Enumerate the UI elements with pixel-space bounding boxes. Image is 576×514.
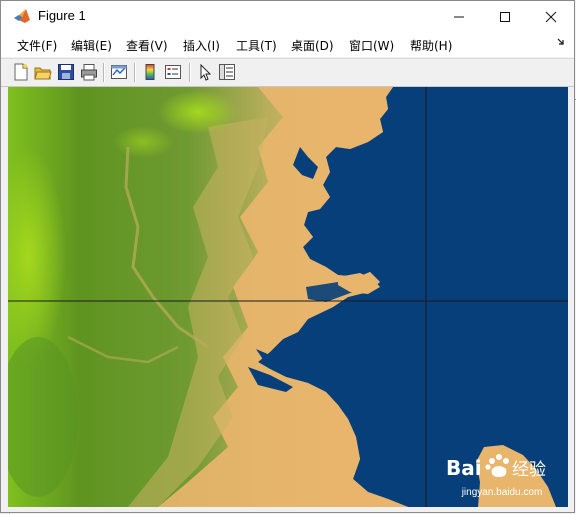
edit-plot-icon[interactable]	[196, 63, 214, 81]
map-plot[interactable]	[8, 87, 568, 507]
close-icon	[545, 11, 557, 22]
insert-legend-icon[interactable]	[164, 63, 182, 81]
toolbar-separator	[134, 63, 136, 82]
title-bar[interactable]: Figure 1	[1, 1, 574, 32]
minimize-button[interactable]	[436, 1, 482, 32]
insert-colorbar-icon[interactable]	[141, 63, 159, 81]
save-icon[interactable]	[57, 63, 75, 81]
baidu-jingyan-logo: Bai 经验	[446, 454, 546, 480]
watermark: Bai 经验 jingyan.baidu.com	[442, 447, 562, 505]
svg-text:经验: 经验	[512, 460, 546, 480]
menu-tools[interactable]: 工具(T)	[236, 37, 277, 54]
menu-view[interactable]: 查看(V)	[126, 37, 168, 54]
highland-area	[158, 90, 238, 134]
open-file-icon[interactable]	[34, 63, 52, 81]
watermark-url: jingyan.baidu.com	[461, 487, 543, 498]
maximize-button[interactable]	[482, 1, 528, 32]
figure-window: Figure 1 文件(F) 编辑(E) 查看(V) 插入(I) 工具(T) 桌…	[0, 0, 575, 513]
link-plot-icon[interactable]	[110, 63, 128, 81]
new-figure-icon[interactable]	[12, 63, 30, 81]
toolbar	[1, 58, 574, 87]
matlab-icon	[14, 9, 30, 23]
svg-text:Bai: Bai	[446, 456, 482, 480]
menu-window[interactable]: 窗口(W)	[349, 37, 394, 54]
menu-file[interactable]: 文件(F)	[17, 37, 57, 54]
menu-desktop[interactable]: 桌面(D)	[291, 37, 334, 54]
toolbar-separator	[103, 63, 105, 82]
close-button[interactable]	[528, 1, 574, 32]
minimize-icon	[454, 16, 464, 17]
print-icon[interactable]	[80, 63, 98, 81]
highland-area	[113, 126, 173, 158]
maximize-icon	[500, 11, 510, 22]
menu-insert[interactable]: 插入(I)	[183, 37, 220, 54]
menu-edit[interactable]: 编辑(E)	[71, 37, 112, 54]
menu-help[interactable]: 帮助(H)	[410, 37, 452, 54]
menu-bar: 文件(F) 编辑(E) 查看(V) 插入(I) 工具(T) 桌面(D) 窗口(W…	[1, 32, 574, 57]
toolbar-separator	[189, 63, 191, 82]
property-inspector-icon[interactable]	[218, 63, 236, 81]
window-title: Figure 1	[38, 8, 86, 23]
terrain-map	[8, 87, 568, 507]
menu-overflow-icon[interactable]	[557, 38, 565, 46]
